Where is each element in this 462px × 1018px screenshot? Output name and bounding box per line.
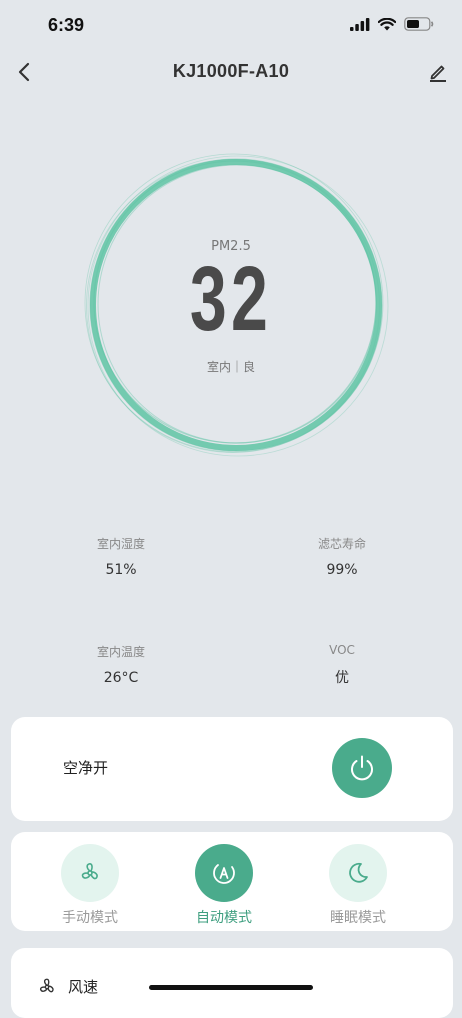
fan-speed-label: 风速 [68,978,99,996]
pencil-icon [430,65,446,82]
auto-icon [213,864,235,884]
power-label: 空净开 [63,759,109,777]
stat-value: 26°C [103,670,139,686]
page-title: KJ1000F-A10 [172,61,290,81]
home-indicator[interactable] [149,985,313,990]
mode-icon-circle [61,844,119,902]
stat-temperature: 室内温度 26°C [31,643,211,686]
status-time: 6:39 [48,15,85,35]
mode-sleep[interactable]: 睡眠模式 [308,844,408,927]
mode-label: 睡眠模式 [330,910,386,926]
stat-label: 室内温度 [96,645,145,659]
stat-value: 99% [326,562,358,578]
wifi-icon [377,16,397,35]
pm25-value: 32 [189,248,273,350]
mode-label: 自动模式 [196,910,252,926]
signal-icon [350,16,370,35]
air-quality-status: 室内｜良 [206,360,255,374]
stat-label: VOC [329,643,355,657]
mode-manual[interactable]: 手动模式 [40,844,140,927]
stat-humidity: 室内湿度 51% [31,535,211,578]
status-icons [350,16,434,35]
stat-label: 室内湿度 [96,537,145,551]
mode-icon-circle [195,844,253,902]
moon-icon [349,862,368,883]
fan-icon [36,976,58,1002]
stat-label: 滤芯寿命 [317,537,366,551]
power-icon [351,755,373,781]
stat-value: 优 [335,670,349,686]
mode-label: 手动模式 [62,910,118,926]
mode-card: 手动模式 自动模式 睡眠模式 [11,832,453,931]
fan-speed-card[interactable]: 风速 [11,948,453,1018]
power-card: 空净开 [11,717,453,821]
edit-button[interactable] [424,58,452,86]
status-bar: 6:39 [0,0,462,52]
nav-bar: KJ1000F-A10 [0,52,462,92]
battery-icon [404,16,434,35]
stat-voc: VOC 优 [252,643,432,687]
mode-icon-circle [329,844,387,902]
fan-icon [81,863,98,880]
stat-value: 51% [105,562,137,578]
power-button[interactable] [332,738,392,798]
stat-filter-life: 滤芯寿命 99% [252,535,432,578]
mode-auto[interactable]: 自动模式 [174,844,274,927]
